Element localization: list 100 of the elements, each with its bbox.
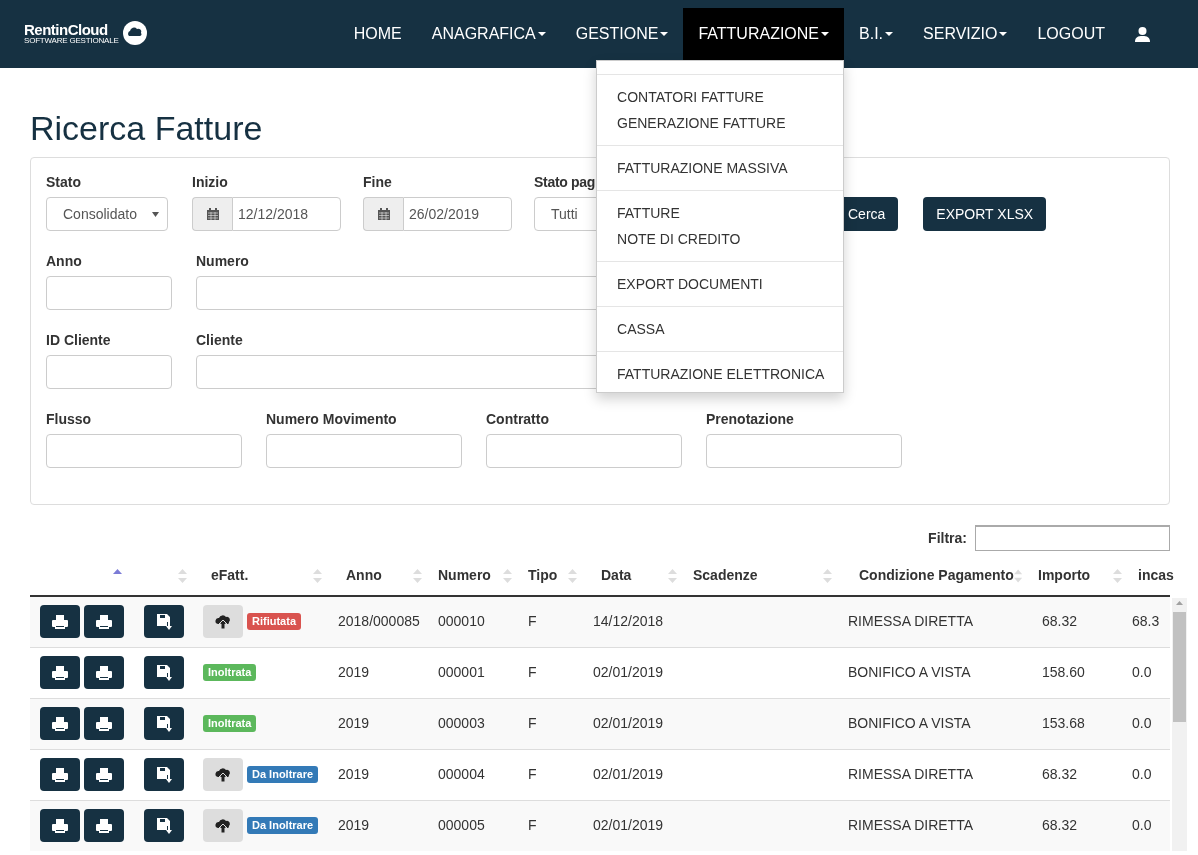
column-header[interactable]: incas: [1138, 565, 1174, 586]
nav-menu-item[interactable]: SERVIZIO: [908, 8, 1023, 60]
column-header[interactable]: Tipo: [528, 565, 558, 586]
save-button[interactable]: [144, 605, 184, 639]
nav-menu-item[interactable]: LOGOUT: [1022, 8, 1120, 60]
dropdown-item[interactable]: GENERAZIONE FATTURE: [597, 110, 844, 136]
save-button[interactable]: [144, 707, 184, 740]
dropdown-item[interactable]: EXPORT DOCUMENTI: [597, 271, 844, 297]
table-cell: 2019: [338, 715, 370, 731]
table-cell: 14/12/2018: [593, 613, 664, 630]
upload-button[interactable]: [203, 809, 243, 843]
sort-icon: [413, 568, 422, 583]
column-header[interactable]: Anno: [346, 565, 382, 586]
upload-button[interactable]: [203, 758, 243, 791]
field-label: Cliente: [196, 331, 244, 350]
save-button[interactable]: [144, 809, 184, 843]
table-cell: 2018/000085: [338, 613, 420, 630]
dropdown-item[interactable]: CASSA: [597, 316, 844, 342]
input-field[interactable]: [266, 434, 462, 468]
table-cell: F: [528, 613, 537, 630]
save-icon: [156, 715, 172, 732]
table-cell: RIMESSA DIRETTA: [848, 766, 973, 782]
print-button[interactable]: [84, 809, 124, 843]
print-button[interactable]: [40, 605, 80, 639]
print-button[interactable]: [84, 758, 124, 791]
sort-icon: [1013, 568, 1022, 583]
table-cell: RIMESSA DIRETTA: [848, 613, 973, 630]
sort-icon: [503, 568, 512, 583]
export-button[interactable]: EXPORT XLSX: [923, 197, 1047, 231]
column-header[interactable]: Condizione Pagamento: [859, 565, 1014, 586]
filter-field[interactable]: [975, 525, 1170, 551]
date-field[interactable]: 26/02/2019: [403, 197, 512, 231]
dropdown-select[interactable]: Consolidato: [46, 197, 168, 231]
sort-icon: [823, 568, 832, 583]
print-button[interactable]: [84, 656, 124, 689]
cloud-upload-icon: [215, 614, 231, 629]
table-cell: RIMESSA DIRETTA: [848, 817, 973, 834]
field-label: Contratto: [486, 410, 550, 429]
table-cell: 02/01/2019: [593, 817, 664, 834]
input-field[interactable]: [46, 434, 242, 468]
save-icon: [156, 766, 172, 783]
table-cell: BONIFICO A VISTA: [848, 715, 971, 731]
print-button[interactable]: [40, 707, 80, 740]
table-cell: 000003: [438, 715, 485, 731]
table-cell: F: [528, 766, 537, 782]
caret-icon: [152, 211, 159, 217]
print-button[interactable]: [40, 758, 80, 791]
print-button[interactable]: [84, 707, 124, 740]
table-cell: 000010: [438, 613, 485, 630]
nav-menu-item[interactable]: B.I.: [844, 8, 909, 60]
table-cell: 68.32: [1042, 817, 1078, 834]
field-label: Flusso: [46, 410, 93, 429]
dropdown-item[interactable]: FATTURAZIONE ELETTRONICA: [597, 361, 844, 387]
dropdown-item[interactable]: NOTE DI CREDITO: [597, 226, 844, 252]
table-cell: 153.68: [1042, 715, 1085, 731]
input-field[interactable]: [486, 434, 682, 468]
printer-icon: [52, 716, 68, 731]
print-button[interactable]: [84, 605, 124, 639]
table-cell: 000004: [438, 766, 485, 782]
input-field[interactable]: [46, 355, 172, 389]
input-field[interactable]: [46, 276, 172, 310]
dropdown-item[interactable]: FATTURAZIONE MASSIVA: [597, 155, 844, 181]
status-tag: Inoltrata: [203, 714, 257, 733]
page-title: Ricerca Fatture: [30, 108, 263, 148]
save-button[interactable]: [144, 656, 184, 689]
brand-name: RentinCloud: [24, 21, 109, 37]
sort-icon: [1113, 568, 1122, 583]
upload-button[interactable]: [203, 605, 243, 639]
user-icon[interactable]: [1135, 26, 1150, 42]
column-header[interactable]: Numero: [438, 565, 491, 586]
print-button[interactable]: [40, 809, 80, 843]
column-header[interactable]: Importo: [1038, 565, 1091, 586]
table-cell: 158.60: [1042, 664, 1085, 680]
table-cell: 68.32: [1042, 766, 1078, 782]
field-label: Anno: [46, 252, 83, 271]
nav-menu-item[interactable]: GESTIONE: [560, 8, 684, 60]
scrollbar[interactable]: [1172, 598, 1187, 851]
save-button[interactable]: [144, 758, 184, 791]
printer-icon: [96, 818, 112, 833]
nav-menu-item[interactable]: HOME: [338, 8, 417, 60]
nav-menu-item[interactable]: FATTURAZIONE: [683, 8, 845, 60]
status-tag: Da Inoltrare: [247, 817, 319, 835]
table-cell: 0.0: [1132, 715, 1152, 731]
calendar-icon: [377, 208, 390, 220]
date-field[interactable]: 12/12/2018: [232, 197, 341, 231]
input-field[interactable]: [706, 434, 902, 468]
field-label: Numero: [196, 252, 250, 271]
dropdown-item[interactable]: FATTURE: [597, 200, 844, 226]
print-button[interactable]: [40, 656, 80, 689]
column-header[interactable]: eFatt.: [211, 565, 249, 586]
dropdown-item[interactable]: CONTATORI FATTURE: [597, 84, 844, 110]
column-header[interactable]: Data: [601, 565, 632, 586]
column-header[interactable]: Scadenze: [693, 565, 758, 586]
cloud-upload-icon: [215, 818, 231, 833]
sort-ascending-icon: [113, 568, 122, 574]
table-cell: 0.0: [1132, 766, 1152, 782]
nav-menu-item[interactable]: ANAGRAFICA: [416, 8, 561, 60]
status-tag: Da Inoltrare: [247, 765, 319, 784]
scrollbar-thumb[interactable]: [1173, 612, 1186, 722]
filter-label: Filtra:: [928, 528, 967, 548]
